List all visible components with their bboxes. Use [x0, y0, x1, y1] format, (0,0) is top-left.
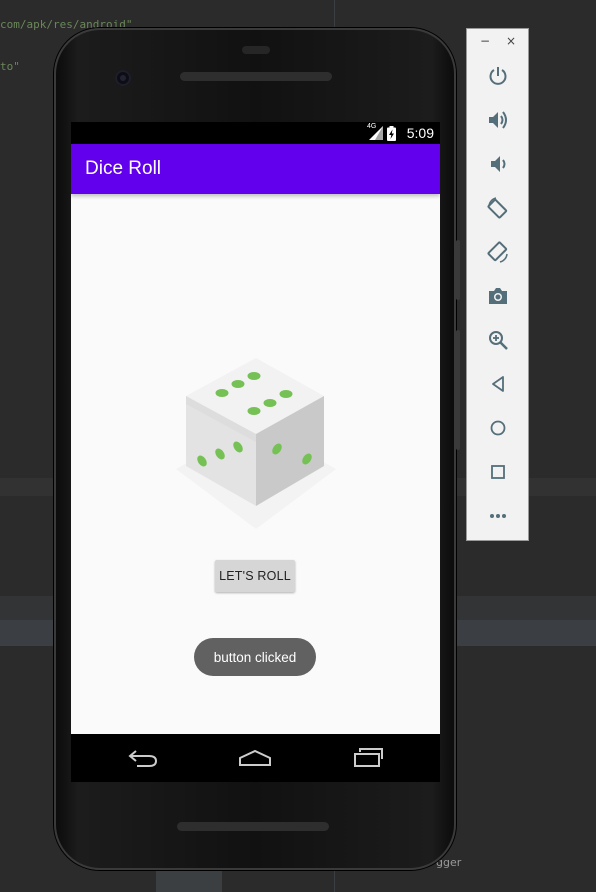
- volume-down-icon: [491, 156, 506, 172]
- phone-side-button: [456, 240, 460, 300]
- zoom-icon: [489, 331, 508, 350]
- ide-scroll-area: [156, 870, 222, 892]
- recents-button[interactable]: [350, 746, 386, 770]
- status-bar: 4G 5:09: [71, 122, 440, 144]
- roll-button[interactable]: LET'S ROLL: [215, 560, 295, 592]
- rotate-left-button[interactable]: [483, 193, 513, 223]
- more-icon: [490, 514, 506, 518]
- emulator-toolbar: − ×: [466, 28, 529, 541]
- toast-text: button clicked: [213, 649, 297, 665]
- power-icon: [489, 67, 507, 85]
- back-icon: [128, 750, 158, 767]
- home-icon: [490, 420, 506, 436]
- camera-icon: [489, 288, 507, 304]
- battery-icon: [387, 125, 396, 141]
- volume-up-button[interactable]: [483, 105, 513, 135]
- back-icon: [492, 376, 504, 392]
- emulator-back-button[interactable]: [483, 369, 513, 399]
- volume-up-icon: [489, 111, 507, 129]
- recents-icon: [354, 748, 383, 767]
- power-button[interactable]: [483, 61, 513, 91]
- home-icon: [239, 749, 271, 766]
- proximity-sensor: [242, 46, 270, 54]
- bottom-speaker: [177, 822, 329, 831]
- more-button[interactable]: [483, 501, 513, 531]
- back-button[interactable]: [125, 746, 161, 770]
- rotate-right-button[interactable]: [483, 237, 513, 267]
- home-button[interactable]: [237, 746, 273, 770]
- device-screen: 4G 5:09 Dice Roll LET'S ROLL button clic…: [71, 122, 440, 734]
- network-type: 4G: [367, 123, 377, 130]
- phone-side-button: [456, 330, 460, 450]
- dice-image: [176, 354, 336, 533]
- rotate-right-icon: [487, 241, 508, 263]
- emulator-home-button[interactable]: [483, 413, 513, 443]
- ide-code-line: to": [0, 60, 20, 73]
- close-button[interactable]: ×: [506, 34, 516, 48]
- overview-icon: [491, 465, 505, 479]
- front-camera: [115, 70, 131, 86]
- emulator-overview-button[interactable]: [483, 457, 513, 487]
- volume-down-button[interactable]: [483, 149, 513, 179]
- toast-message: button clicked: [194, 638, 316, 676]
- zoom-button[interactable]: [483, 325, 513, 355]
- rotate-left-icon: [487, 197, 508, 219]
- app-title: Dice Roll: [85, 158, 162, 179]
- navigation-bar: [71, 734, 440, 782]
- earpiece-speaker: [180, 72, 332, 81]
- minimize-button[interactable]: −: [480, 34, 490, 48]
- screenshot-button[interactable]: [483, 281, 513, 311]
- app-bar: Dice Roll: [71, 144, 440, 194]
- status-time: 5:09: [406, 125, 434, 141]
- status-icons: 4G: [367, 123, 396, 141]
